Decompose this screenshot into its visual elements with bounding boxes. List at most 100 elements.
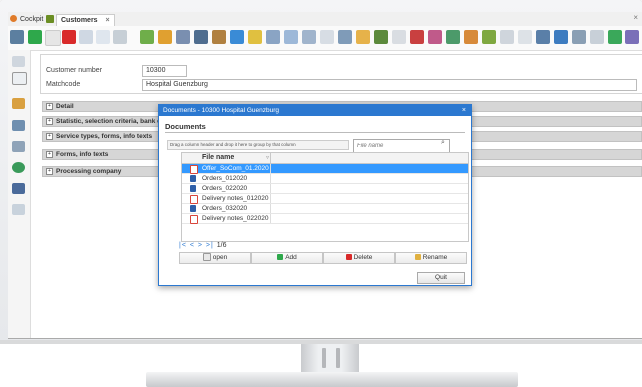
form-icon[interactable] <box>12 72 27 85</box>
overview-icon[interactable] <box>12 56 25 67</box>
section-title: Statistic, selection criteria, bank det <box>56 118 167 125</box>
delete-label: Delete <box>353 254 373 261</box>
expand-icon[interactable]: + <box>46 103 53 110</box>
open-button[interactable]: open <box>179 252 251 264</box>
package-icon[interactable] <box>410 30 424 44</box>
file-name-column-header[interactable]: File name <box>202 153 234 163</box>
table-row[interactable]: Offer_SoCom_01.2020 <box>182 164 468 174</box>
quit-button[interactable]: Quit <box>417 272 465 284</box>
box-icon[interactable] <box>464 30 478 44</box>
globe-icon[interactable] <box>446 30 460 44</box>
monitor-stand-neck <box>301 344 359 372</box>
cell-divider <box>270 174 271 183</box>
report-icon[interactable] <box>284 30 298 44</box>
stack-icon[interactable] <box>356 30 370 44</box>
column-divider <box>270 153 271 163</box>
documents-icon[interactable] <box>12 98 25 109</box>
pencil-icon[interactable] <box>212 30 226 44</box>
notes-icon[interactable] <box>12 204 25 215</box>
tag-icon[interactable] <box>482 30 496 44</box>
file-name: Orders_022020 <box>202 185 248 192</box>
settings-icon[interactable] <box>590 30 604 44</box>
user-group-icon[interactable] <box>374 30 388 44</box>
new-document-icon[interactable] <box>45 30 61 46</box>
delete-icon <box>345 254 352 261</box>
building-icon[interactable] <box>194 30 208 44</box>
section-title: Service types, forms, info texts <box>56 133 153 140</box>
print-icon[interactable] <box>572 30 586 44</box>
customers-icon <box>46 15 54 23</box>
pager: |< < > >| 1/6 <box>179 242 227 249</box>
document-icon[interactable] <box>140 30 154 44</box>
chat-icon[interactable] <box>500 30 514 44</box>
add-label: Add <box>285 254 297 261</box>
cell-divider <box>270 194 271 203</box>
clock-icon[interactable] <box>320 30 334 44</box>
expand-icon[interactable]: + <box>46 133 53 140</box>
table-row[interactable]: Orders_012020 <box>182 174 468 184</box>
customer-number-label: Customer number <box>46 67 103 74</box>
search-doc-icon[interactable] <box>302 30 316 44</box>
customer-number-field[interactable]: 10300 <box>142 65 187 77</box>
flag-icon[interactable] <box>428 30 442 44</box>
tab-cockpit[interactable]: Cockpit <box>20 14 43 26</box>
app-screen: Cockpit Customers × × Customer number 10… <box>8 12 642 339</box>
file-name: Orders_012020 <box>202 175 248 182</box>
table-row[interactable]: Delivery notes_022020 <box>182 214 468 224</box>
refresh-icon[interactable] <box>230 30 244 44</box>
key-icon[interactable] <box>248 30 262 44</box>
cell-divider <box>270 184 271 193</box>
chart-icon[interactable] <box>536 30 550 44</box>
file-search-input[interactable] <box>353 139 450 153</box>
lock-icon[interactable] <box>518 30 532 44</box>
window-close-icon[interactable]: × <box>633 13 638 22</box>
matchcode-field[interactable]: Hospital Guenzburg <box>142 79 637 91</box>
mail-icon[interactable] <box>554 30 568 44</box>
globe-icon[interactable] <box>12 162 25 173</box>
add-icon <box>277 254 284 261</box>
expand-icon[interactable]: + <box>46 168 53 175</box>
calendar-icon[interactable] <box>266 30 280 44</box>
word-icon <box>190 205 196 212</box>
customer-icon[interactable] <box>10 30 24 44</box>
stand-slot <box>322 348 326 368</box>
left-sidebar <box>8 50 31 338</box>
rename-button[interactable]: Rename <box>395 252 467 264</box>
table-row[interactable]: Orders_022020 <box>182 184 468 194</box>
table-row[interactable]: Delivery notes_012020 <box>182 194 468 204</box>
delete-button[interactable]: Delete <box>323 252 395 264</box>
dialog-close-icon[interactable]: × <box>462 105 466 116</box>
tab-close-icon[interactable]: × <box>106 17 110 24</box>
exit-icon[interactable] <box>625 30 639 44</box>
contacts-icon[interactable] <box>176 30 190 44</box>
documents-heading: Documents <box>165 122 206 131</box>
table-row[interactable]: Orders_032020 <box>182 204 468 214</box>
rename-label: Rename <box>422 254 448 261</box>
column-filter-icon[interactable]: ▿ <box>266 153 269 163</box>
open-label: open <box>212 254 228 261</box>
notes-icon[interactable] <box>338 30 352 44</box>
search-icon[interactable]: ⌕ <box>441 139 445 147</box>
add-icon[interactable] <box>28 30 42 44</box>
save-icon[interactable] <box>79 30 93 44</box>
users-icon[interactable] <box>12 120 25 131</box>
history-icon[interactable] <box>12 141 25 152</box>
book-icon[interactable] <box>12 183 25 194</box>
stand-slot <box>336 348 340 368</box>
export-icon[interactable] <box>608 30 622 44</box>
undo-icon[interactable] <box>96 30 110 44</box>
add-button[interactable]: Add <box>251 252 323 264</box>
pdf-icon <box>190 215 198 224</box>
delete-icon[interactable] <box>62 30 76 44</box>
pager-controls[interactable]: |< < > >| <box>179 242 214 249</box>
bookmark-icon[interactable] <box>392 30 406 44</box>
tab-strip: Cockpit Customers × × <box>8 12 642 27</box>
history-icon[interactable] <box>113 30 127 44</box>
people-icon[interactable] <box>158 30 172 44</box>
matchcode-label: Matchcode <box>46 81 81 88</box>
expand-icon[interactable]: + <box>46 151 53 158</box>
group-by-panel[interactable]: Drag a column header and drop it here to… <box>167 140 349 150</box>
toolbar <box>8 26 642 51</box>
section-title: Forms, info texts <box>56 151 109 158</box>
expand-icon[interactable]: + <box>46 118 53 125</box>
